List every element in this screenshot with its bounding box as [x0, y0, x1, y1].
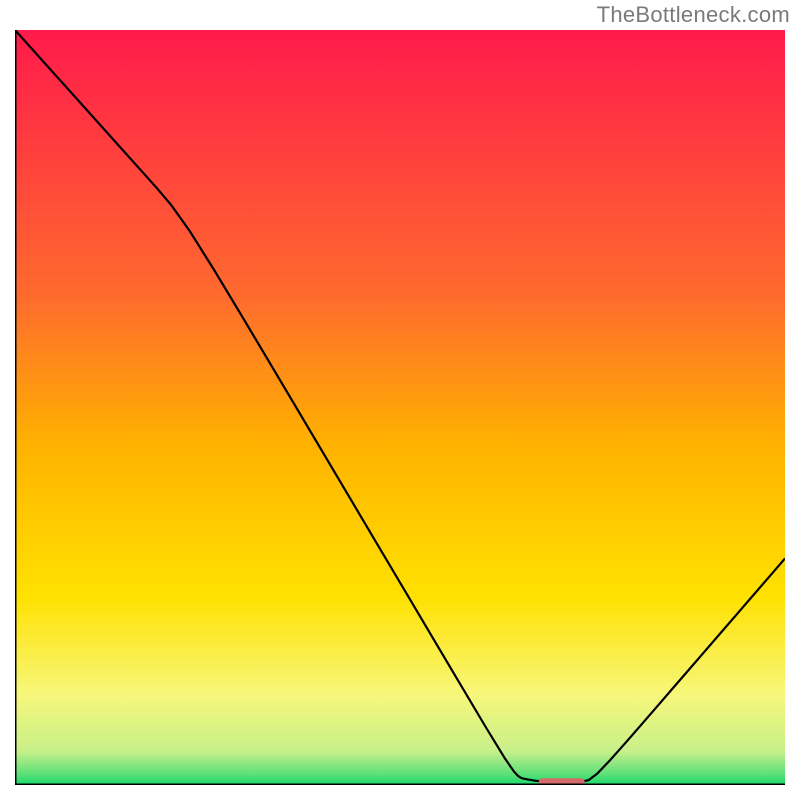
chart-container: TheBottleneck.com: [0, 0, 800, 800]
chart-svg: [15, 30, 785, 785]
plot-area: [15, 30, 785, 785]
gradient-background: [15, 30, 785, 785]
watermark-text: TheBottleneck.com: [597, 2, 790, 28]
